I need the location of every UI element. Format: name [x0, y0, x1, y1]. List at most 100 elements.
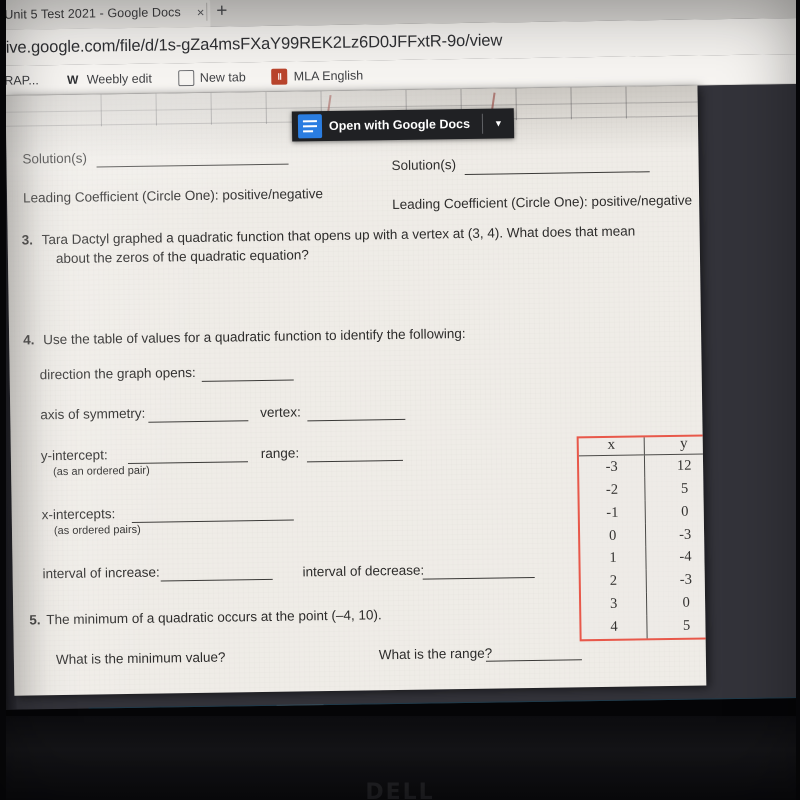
q4-xintercepts-note: (as ordered pairs)	[53, 523, 141, 538]
bookmark-mla-english[interactable]: ‖ MLA English	[259, 60, 377, 92]
cell-x: 1	[580, 546, 647, 571]
cell-y: 0	[681, 503, 689, 520]
cell-y: 0	[682, 595, 690, 612]
weebly-icon: W	[67, 72, 79, 87]
cell-y: -3	[679, 526, 692, 543]
q4-decrease-label: interval of decrease:	[302, 562, 425, 580]
values-table: x y -3 12 -2 5 -1 0 0 -3 1 -4 2 -3 3 0 4…	[576, 434, 707, 642]
q4-xintercepts-label: x-intercepts:	[41, 506, 116, 523]
q4-decrease-blank[interactable]	[422, 576, 535, 580]
bookmark-new-tab[interactable]: New tab	[165, 62, 259, 93]
cell-x: -3	[578, 454, 645, 479]
q4-yintercept-blank[interactable]	[127, 461, 248, 465]
q4-direction-label: direction the graph opens:	[39, 364, 196, 383]
table-row: -1 0	[579, 500, 707, 525]
monitor-bezel-left	[0, 0, 6, 800]
monitor-display: Unit 5 Test 2021 - Google Docs × + /driv…	[0, 0, 800, 710]
q4-xintercepts-blank[interactable]	[131, 519, 294, 523]
open-with-google-docs-label[interactable]: Open with Google Docs	[329, 117, 482, 133]
values-table-grid: x y -3 12 -2 5 -1 0 0 -3 1 -4 2 -3 3 0 4…	[578, 435, 707, 640]
q4-increase-label: interval of increase:	[42, 564, 160, 582]
document-page: Solution(s) Solution(s) Leading Coeffici…	[5, 85, 707, 696]
q5-prompt: The minimum of a quadratic occurs at the…	[46, 607, 382, 628]
cell-y: 5	[682, 617, 691, 635]
q4-yintercept-note: (as an ordered pair)	[53, 464, 150, 479]
chevron-down-icon[interactable]: ▼	[483, 118, 514, 128]
q4-number: 4.	[23, 332, 35, 348]
table-row: 2 -3	[580, 568, 707, 594]
screen-photo: Unit 5 Test 2021 - Google Docs × + /driv…	[0, 0, 800, 800]
bookmark-label: New tab	[199, 69, 246, 85]
leading-coefficient-right: Leading Coefficient (Circle One): positi…	[392, 192, 693, 213]
q4-direction-blank[interactable]	[201, 379, 294, 382]
cell-y: 12	[676, 457, 692, 474]
solution-left-label: Solution(s)	[22, 150, 88, 167]
q4-vertex-blank[interactable]	[307, 418, 406, 422]
solution-left-blank[interactable]	[96, 163, 289, 168]
cell-y: -3	[679, 572, 693, 589]
q4-axis-blank[interactable]	[148, 420, 249, 423]
tab-close-icon[interactable]: ×	[197, 4, 205, 19]
solution-right-label: Solution(s)	[391, 157, 457, 174]
google-docs-icon	[297, 114, 323, 139]
table-row: 3 0	[580, 591, 706, 617]
table-row: 4 5	[581, 614, 706, 640]
taskbar-item-mail[interactable]	[324, 703, 372, 709]
tab-title: Unit 5 Test 2021 - Google Docs	[4, 5, 181, 22]
address-bar-url: /drive.google.com/file/d/1s-gZa4msFXaY99…	[0, 30, 503, 57]
pdf-viewer: Solution(s) Solution(s) Leading Coeffici…	[0, 83, 800, 710]
q4-yintercept-label: y-intercept:	[40, 447, 108, 464]
q4-vertex-label: vertex:	[260, 404, 301, 421]
bookmark-weebly-edit[interactable]: W Weebly edit	[52, 63, 166, 95]
q5-range-label: What is the range?	[378, 645, 493, 663]
cell-x: 0	[579, 523, 646, 548]
mla-icon: ‖	[271, 68, 288, 85]
cell-y: -4	[679, 549, 692, 566]
q4-range-label: range:	[260, 445, 300, 462]
taskbar-item-task-view[interactable]	[136, 706, 184, 710]
q5-min-value-label: What is the minimum value?	[55, 649, 226, 668]
solution-right-blank[interactable]	[464, 171, 650, 175]
q4-increase-blank[interactable]	[160, 578, 273, 582]
column-header-y: y	[679, 435, 688, 452]
table-row: 1 -4	[580, 545, 706, 571]
q4-axis-label: axis of symmetry:	[40, 405, 146, 423]
q3-number: 3.	[21, 232, 34, 248]
bookmark-label: Weebly edit	[86, 71, 152, 87]
open-with-google-docs-bar: Open with Google Docs ▼	[291, 108, 515, 142]
bookmark-rap[interactable]: RAP...	[0, 65, 52, 96]
q3-line1: Tara Dactyl graphed a quadratic function…	[41, 223, 636, 248]
cell-x: -2	[579, 477, 646, 502]
taskbar-item-microsoft-store[interactable]	[230, 705, 278, 710]
table-header-row: x y	[578, 435, 707, 456]
cell-x: 2	[580, 569, 647, 594]
q5-range-blank[interactable]	[485, 659, 582, 662]
values-table-body: -3 12 -2 5 -1 0 0 -3 1 -4 2 -3 3 0 4 5	[578, 454, 707, 640]
taskbar-item-search[interactable]	[89, 707, 137, 710]
q4-prompt: Use the table of values for a quadratic …	[43, 325, 466, 348]
q5-number: 5.	[29, 612, 41, 628]
q3-line2: about the zeros of the quadratic equatio…	[55, 247, 309, 267]
values-table-head: x y	[578, 435, 707, 456]
new-tab-icon[interactable]: +	[216, 0, 227, 22]
cell-x: 3	[580, 592, 648, 617]
leading-coefficient-left: Leading Coefficient (Circle One): positi…	[22, 186, 324, 206]
taskbar-item-file-explorer[interactable]	[183, 706, 231, 710]
q4-range-blank[interactable]	[306, 459, 403, 463]
column-header-x: x	[578, 437, 645, 456]
monitor-bezel-right	[796, 0, 800, 800]
table-row: 0 -3	[579, 522, 706, 548]
bookmark-label: MLA English	[293, 67, 364, 84]
table-row: -2 5	[579, 477, 706, 502]
monitor-brand-logo: DELL	[365, 780, 435, 800]
bookmark-label: RAP...	[4, 72, 39, 88]
taskbar-item-microsoft-edge[interactable]	[276, 704, 325, 710]
table-row: -3 12	[578, 454, 706, 479]
taskbar-item-google-chrome[interactable]	[371, 703, 419, 710]
new-tab-page-icon	[177, 69, 194, 86]
cell-x: -1	[579, 500, 646, 525]
cell-x: 4	[581, 615, 648, 640]
cell-y: 5	[680, 480, 689, 497]
monitor-bezel-bottom: DELL	[0, 716, 800, 800]
browser-tab[interactable]: Unit 5 Test 2021 - Google Docs ×	[0, 0, 211, 30]
